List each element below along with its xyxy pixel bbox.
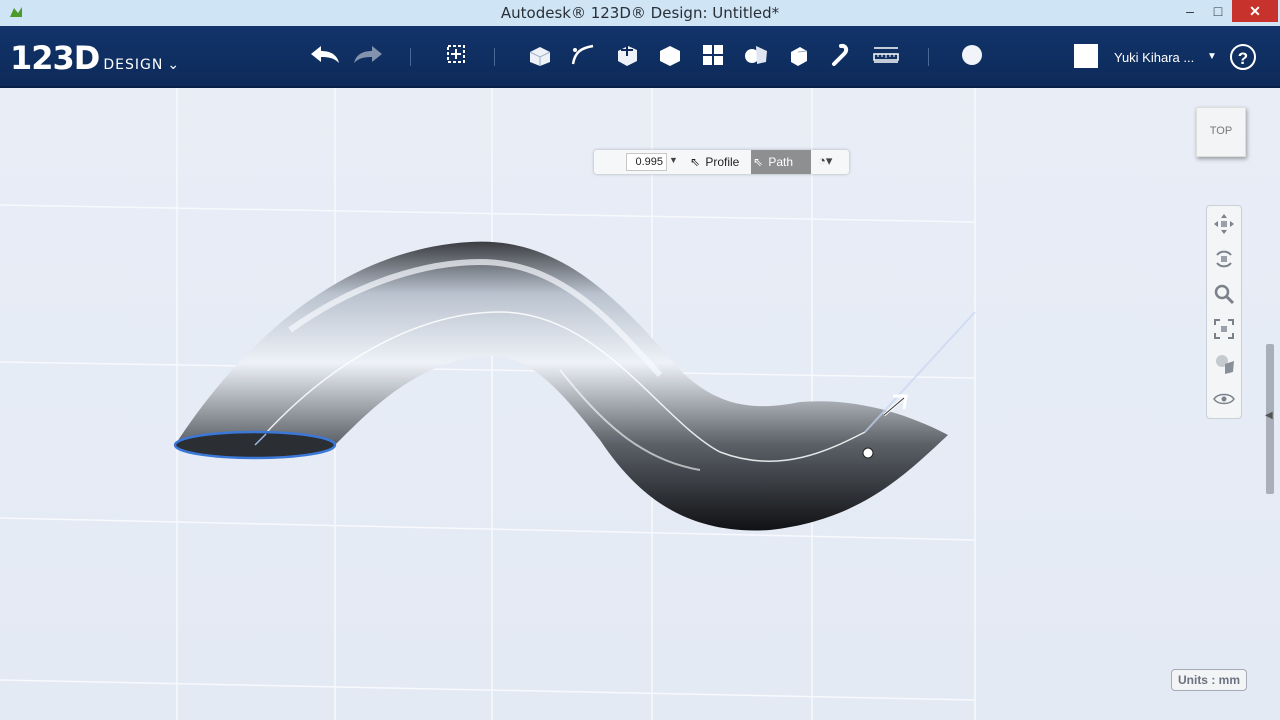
minimize-button[interactable]: – [1176, 0, 1204, 22]
zoom-icon[interactable] [1212, 282, 1236, 306]
sweep-tube-body[interactable] [175, 241, 976, 531]
close-button[interactable]: ✕ [1232, 0, 1278, 22]
combine-button[interactable] [782, 38, 816, 72]
user-name[interactable]: Yuki Kihara ... [1114, 50, 1194, 65]
pattern-button[interactable] [696, 38, 730, 72]
pan-icon[interactable] [1212, 212, 1236, 236]
value-dropdown-icon[interactable]: ▼ [669, 155, 678, 165]
toolbar-divider [494, 48, 495, 66]
path-button[interactable]: ⇖ Path [751, 150, 811, 174]
help-button[interactable]: ? [1230, 44, 1256, 70]
combine-icon [791, 47, 808, 66]
profile-button[interactable]: ⇖ Profile [688, 150, 744, 174]
user-dropdown-icon[interactable]: ▼ [1207, 51, 1217, 62]
view-cube[interactable]: TOP [1196, 107, 1246, 157]
measure-button[interactable] [869, 38, 903, 72]
path-label: Path [768, 155, 794, 169]
main-toolbar: 123D DESIGN ⌄ Yuki Kihara ... ▼ ? [0, 26, 1280, 88]
grouping-button[interactable] [739, 38, 773, 72]
transform-icon [447, 45, 465, 63]
construct-button[interactable] [610, 38, 644, 72]
undo-button[interactable] [308, 38, 342, 72]
app-menu-button[interactable]: 123D DESIGN ⌄ [10, 39, 179, 77]
units-indicator[interactable]: Units : mm [1171, 669, 1247, 691]
orbit-icon[interactable] [1212, 247, 1236, 271]
logo-subtext: DESIGN [103, 57, 164, 73]
toolbar-divider [410, 48, 411, 66]
redo-icon [354, 46, 382, 63]
sketch-button[interactable] [566, 38, 600, 72]
collapse-panel-icon[interactable]: ◀ [1265, 410, 1277, 426]
logo-text: 123D [10, 39, 100, 77]
cursor-icon: ⇖ [752, 155, 764, 169]
sweep-options-icon[interactable]: ◔▾ [818, 153, 832, 169]
transform-button[interactable] [440, 38, 474, 72]
undo-icon [311, 46, 339, 63]
navigation-bar [1206, 205, 1242, 419]
view-mode-icon[interactable] [1212, 352, 1236, 376]
construct-icon [618, 44, 637, 66]
modify-button[interactable] [653, 38, 687, 72]
user-avatar[interactable] [1074, 44, 1098, 68]
measure-icon [873, 47, 899, 63]
sweep-value-input[interactable]: 0.995 [626, 153, 667, 171]
redo-button[interactable] [351, 38, 385, 72]
pattern-icon [703, 45, 723, 65]
grouping-icon [745, 46, 767, 64]
viewport-canvas[interactable] [0, 88, 1280, 720]
window-title: Autodesk® 123D® Design: Untitled* [500, 4, 780, 22]
material-button[interactable] [955, 38, 989, 72]
cursor-icon: ⇖ [689, 155, 701, 169]
toolbar-divider [928, 48, 929, 66]
primitives-button[interactable] [523, 38, 557, 72]
snap-button[interactable] [825, 38, 859, 72]
3d-viewport[interactable]: 0.995 ▼ ⇖ Profile ⇖ Path ◔▾ TOP Units : … [0, 88, 1280, 720]
maximize-button[interactable]: □ [1204, 0, 1232, 22]
primitives-icon [529, 47, 551, 66]
chevron-down-icon: ⌄ [167, 56, 180, 72]
window-titlebar: Autodesk® 123D® Design: Untitled* – □ ✕ [0, 0, 1280, 27]
sweep-context-toolbar: 0.995 ▼ ⇖ Profile ⇖ Path ◔▾ [594, 150, 849, 174]
modify-icon [660, 46, 680, 66]
profile-label: Profile [705, 155, 740, 169]
material-icon [962, 45, 982, 65]
fit-icon[interactable] [1212, 317, 1236, 341]
snap-icon [832, 43, 849, 66]
hand-cursor-icon [862, 447, 874, 459]
visibility-icon[interactable] [1212, 387, 1236, 411]
sketch-icon [571, 44, 594, 65]
